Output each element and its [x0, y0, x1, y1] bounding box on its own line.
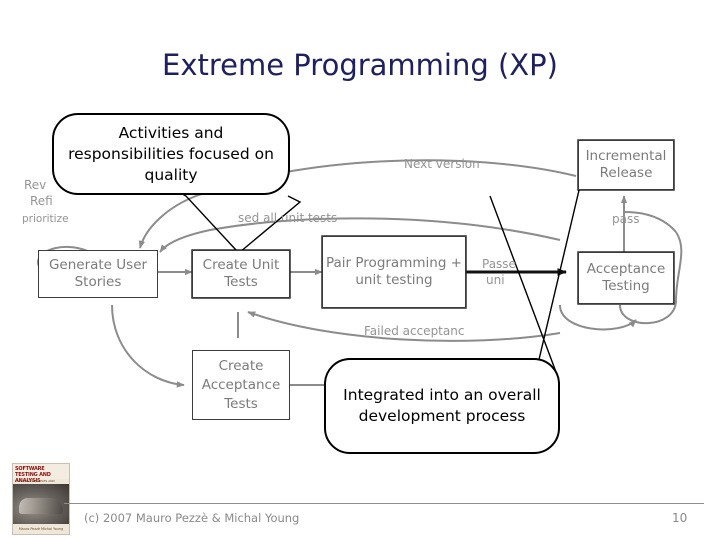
label-next-version: Next version	[404, 157, 480, 171]
book-cover-thumbnail: SOFTWARE TESTING AND ANALYSIS PROCESS PR…	[12, 463, 70, 535]
callout-integration: Integrated into an overall development p…	[324, 358, 560, 454]
box-incremental-release[interactable]: Incremental Release	[578, 140, 674, 190]
footer-divider	[64, 503, 704, 504]
box-pair-programming[interactable]: Pair Programming + unit testing	[322, 236, 466, 308]
label-review: Rev	[24, 178, 47, 192]
book-subtitle: PROCESS PRINCIPLES AND TECHNIQUES	[15, 479, 55, 487]
box-create-unit-tests[interactable]: Create Unit Tests	[192, 250, 290, 298]
label-prioritize: prioritize	[22, 213, 69, 225]
book-authors: Mauro Pezzè Michal Young	[18, 527, 64, 531]
label-pass: pass	[612, 212, 640, 226]
page-number: 10	[672, 511, 688, 525]
label-failed-acceptance: Failed acceptanc	[364, 324, 465, 338]
label-passed-unit-line1: Passe	[482, 257, 516, 271]
box-create-acceptance-tests[interactable]: Create Acceptance Tests	[192, 350, 290, 420]
label-passed-all-unit-tests: sed all unit tests	[238, 211, 338, 225]
label-refine: Refi	[30, 194, 53, 208]
box-label: Create Unit Tests	[202, 257, 280, 290]
box-label: Pair Programming + unit testing	[326, 255, 462, 288]
slide-canvas: Extreme Programming (XP) Generate User S…	[0, 0, 720, 540]
box-acceptance-testing[interactable]: Acceptance Testing	[578, 252, 674, 304]
label-passed-unit-line2: uni	[486, 273, 505, 287]
book-cover-photo	[13, 484, 69, 524]
box-label: Generate User Stories	[48, 257, 148, 290]
book-title: SOFTWARE TESTING AND ANALYSIS	[13, 464, 69, 484]
footer-copyright: (c) 2007 Mauro Pezzè & Michal Young	[84, 511, 300, 525]
callout-text: Integrated into an overall development p…	[343, 386, 541, 425]
box-generate-user-stories[interactable]: Generate User Stories	[38, 250, 158, 298]
callout-quality: Activities and responsibilities focused …	[52, 113, 290, 195]
box-label: Acceptance Testing	[586, 261, 666, 294]
callout-text: Activities and responsibilities focused …	[68, 123, 274, 184]
box-label: Incremental Release	[585, 148, 667, 181]
edge-stories-to-acceptance-tests	[111, 304, 185, 388]
box-label: Create Acceptance Tests	[201, 357, 281, 412]
